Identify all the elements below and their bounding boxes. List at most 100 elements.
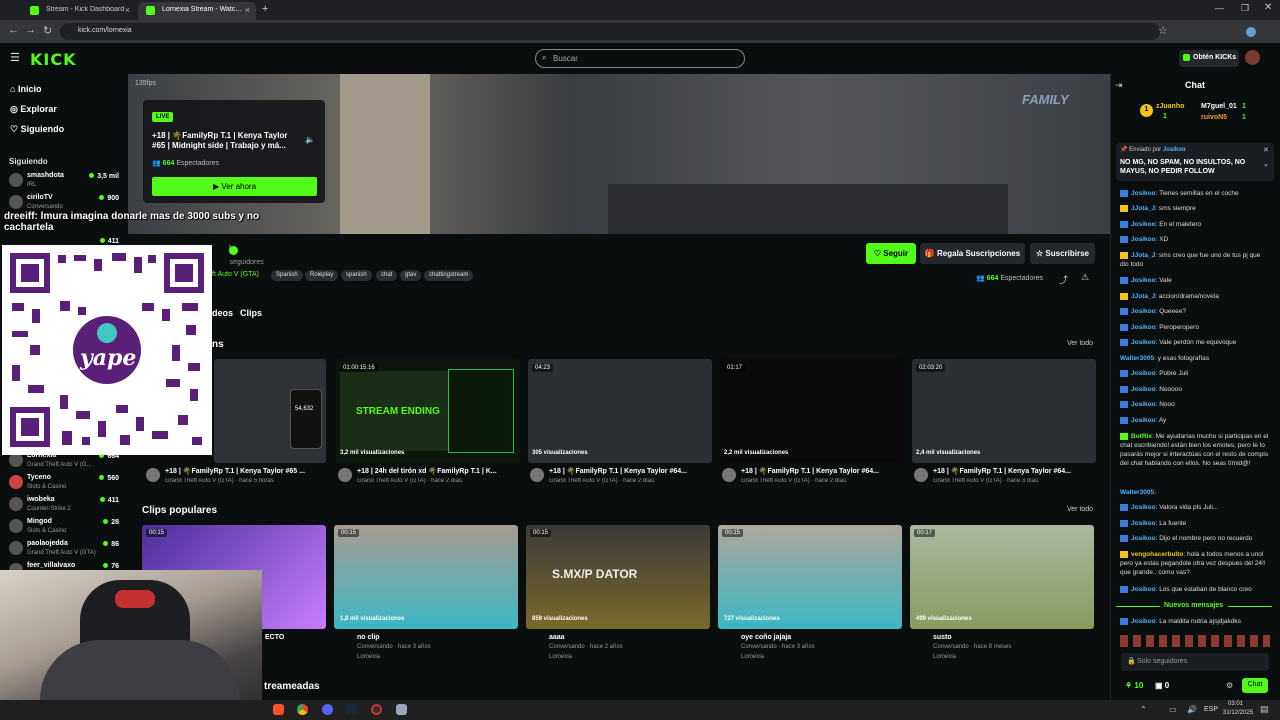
- chat-message[interactable]: Walter3005:: [1120, 488, 1270, 497]
- sidebar-item-explorar[interactable]: ◎ Explorar: [10, 104, 57, 115]
- volume-tray-icon[interactable]: 🔊: [1187, 705, 1197, 714]
- shield-icon[interactable]: [396, 704, 407, 715]
- follow-button[interactable]: ♡ Seguir: [866, 243, 916, 264]
- settings-gear-icon[interactable]: ⚙: [1226, 681, 1233, 690]
- sidebar-channel[interactable]: smashdota IRL 3,5 mil: [9, 171, 121, 193]
- clip-thumbnail[interactable]: [718, 525, 902, 629]
- tag[interactable]: chat: [376, 270, 398, 281]
- obs-icon[interactable]: [371, 704, 382, 715]
- chat-message[interactable]: vengohacerbulto: hola a todos menos a un…: [1120, 550, 1270, 577]
- close-window-icon[interactable]: ✕: [1264, 2, 1272, 13]
- notifications-icon[interactable]: ▤: [1260, 704, 1269, 715]
- vod-thumbnail[interactable]: 54,632: [214, 359, 326, 463]
- bookmark-star-icon[interactable]: ☆: [1158, 24, 1168, 37]
- vod-title[interactable]: +18 | 🌴FamilyRp T.1 | Kenya Taylor #64..…: [933, 467, 1093, 475]
- clip-thumbnail[interactable]: S.MX/P DATOR: [526, 525, 710, 629]
- chat-message[interactable]: JJota_J: accion/drama/novela: [1120, 292, 1270, 301]
- vod-thumbnail[interactable]: [720, 359, 904, 463]
- vod-title[interactable]: +18 | 🌴FamilyRp T.1 | Kenya Taylor #64..…: [741, 467, 901, 475]
- brave-icon[interactable]: [273, 704, 284, 715]
- gifter-name[interactable]: M7guel_01: [1201, 103, 1237, 110]
- chat-message[interactable]: Josikoo: La maldita nutria ajsjdjakdks: [1120, 617, 1270, 626]
- chat-message[interactable]: Josikoo: Peroperopero: [1120, 323, 1270, 332]
- language-indicator[interactable]: ESP: [1204, 706, 1218, 713]
- tray-chevron-icon[interactable]: ⌃: [1140, 705, 1147, 714]
- vod-title[interactable]: +18 | 🌴FamilyRp T.1 | Kenya Taylor #64..…: [549, 467, 709, 475]
- watch-now-button[interactable]: ▶ Ver ahora: [152, 177, 317, 196]
- new-tab-icon[interactable]: +: [262, 3, 268, 15]
- search-input[interactable]: ⌕ Buscar: [535, 49, 745, 68]
- vod-thumbnail[interactable]: [528, 359, 712, 463]
- chat-message[interactable]: Josikoo: Vale perdón me equivoque: [1120, 338, 1270, 347]
- chat-message[interactable]: Josikoo: Valora vida pls Juli...: [1120, 503, 1270, 512]
- chat-message[interactable]: Josikoo: XD: [1120, 235, 1270, 244]
- close-tab-icon[interactable]: ×: [245, 5, 250, 15]
- chat-message[interactable]: Josikoo: Nooo: [1120, 400, 1270, 409]
- chat-message[interactable]: Josikoo: Tienes semillas en el coche: [1120, 189, 1270, 198]
- network-icon[interactable]: ▭: [1169, 705, 1177, 714]
- steam-icon[interactable]: [346, 704, 357, 715]
- chat-message[interactable]: JJota_J: sms siempre: [1120, 204, 1270, 213]
- chat-message[interactable]: Josikoo: Ay: [1120, 416, 1270, 425]
- discord-icon[interactable]: [322, 704, 333, 715]
- clip-title[interactable]: aaaa: [549, 634, 709, 641]
- new-messages-label[interactable]: Nuevos mensajes: [1164, 602, 1223, 609]
- sidebar-channel[interactable]: Mingod Slots & Casino 28: [9, 517, 121, 539]
- vod-thumbnail[interactable]: STREAM ENDING: [336, 359, 520, 463]
- tab-clips[interactable]: Clips: [240, 308, 262, 318]
- sidebar-channel[interactable]: iwobeka Counter-Strike 2 411: [9, 495, 121, 517]
- chat-message[interactable]: Josikoo: La fuente: [1120, 519, 1270, 528]
- vod-title[interactable]: +18 | 24h del tirón xd 🌴FamilyRp T.1 | K…: [357, 467, 517, 475]
- sidebar-item-siguiendo[interactable]: ♡ Siguiendo: [10, 124, 64, 135]
- clips-see-all-link[interactable]: Ver todo: [1067, 506, 1093, 513]
- chat-message[interactable]: BotRix: Me ayudarías mucho si participas…: [1120, 432, 1270, 468]
- back-icon[interactable]: ←: [8, 24, 19, 36]
- subscribe-button[interactable]: ☆ Suscribirse: [1030, 243, 1095, 264]
- chat-message[interactable]: Josikoo: Pobre Juli: [1120, 369, 1270, 378]
- collapse-chat-icon[interactable]: ⇥: [1115, 80, 1123, 91]
- clock-time[interactable]: 03:01: [1228, 701, 1243, 707]
- report-icon[interactable]: ⚠: [1081, 272, 1089, 283]
- vod-title[interactable]: +18 | 🌴FamilyRp T.1 | Kenya Taylor #65 .…: [165, 467, 325, 475]
- user-avatar[interactable]: [1245, 50, 1260, 65]
- sidebar-channel[interactable]: paolaojedda Grand Theft Auto V (GTA) 86: [9, 539, 121, 561]
- chat-message[interactable]: Josikoo: Vale: [1120, 276, 1270, 285]
- minimize-icon[interactable]: —: [1215, 3, 1224, 13]
- volume-icon[interactable]: 🔈: [305, 135, 315, 144]
- gift-subs-button[interactable]: 🎁 Regala Suscripciones: [920, 243, 1025, 264]
- menu-icon[interactable]: ☰: [10, 51, 20, 64]
- chat-message[interactable]: JJota_J: sms creo que fue uno de tus pj …: [1120, 251, 1270, 269]
- clip-title[interactable]: ECTO: [265, 634, 315, 641]
- chat-message[interactable]: Josikoo: Los que estaban de blanco creo: [1120, 585, 1270, 594]
- chat-message[interactable]: Josikoo: Queeee?: [1120, 307, 1270, 316]
- chat-send-button[interactable]: Chat: [1242, 678, 1268, 693]
- tag[interactable]: spanish: [341, 270, 372, 281]
- vod-thumbnail[interactable]: [912, 359, 1096, 463]
- browser-tab-dashboard[interactable]: Stream - Kick Dashboard ×: [22, 2, 136, 20]
- gifter-name[interactable]: ruivoN5: [1201, 114, 1227, 121]
- clock-date[interactable]: 31/12/2025: [1223, 710, 1253, 716]
- maximize-icon[interactable]: ❐: [1241, 3, 1249, 14]
- tag[interactable]: chattingstream: [424, 270, 474, 281]
- profile-avatar[interactable]: [1246, 27, 1256, 37]
- forward-icon[interactable]: →: [25, 24, 36, 36]
- clip-thumbnail[interactable]: [334, 525, 518, 629]
- chevron-down-icon[interactable]: ⌄: [1263, 160, 1269, 168]
- gifter-name[interactable]: zJuanho: [1156, 103, 1184, 110]
- tag[interactable]: gtav: [400, 270, 422, 281]
- chat-message[interactable]: Josikoo: Nooooo: [1120, 385, 1270, 394]
- clip-title[interactable]: no clip: [357, 634, 517, 641]
- url-field[interactable]: kick.com/lornexia: [60, 23, 1160, 40]
- tag[interactable]: Spanish: [271, 270, 303, 281]
- chat-message[interactable]: Josikoo: En el maletero: [1120, 220, 1270, 229]
- chat-message[interactable]: Josikoo: Dijo el nombre pero no recuerdo: [1120, 534, 1270, 543]
- emote-bar[interactable]: [1120, 635, 1270, 647]
- chrome-icon[interactable]: [297, 704, 308, 715]
- tab-videos[interactable]: deos: [212, 308, 233, 318]
- browser-tab-stream[interactable]: Lornexia Stream - Watch Li... ×: [138, 2, 256, 20]
- unpin-icon[interactable]: ✕: [1263, 146, 1269, 154]
- kick-logo[interactable]: KICK: [30, 50, 77, 69]
- chat-message[interactable]: Walter3005: y esas fotografías: [1120, 354, 1270, 363]
- sidebar-item-inicio[interactable]: ⌂ Inicio: [10, 84, 41, 94]
- clip-thumbnail[interactable]: [910, 525, 1094, 629]
